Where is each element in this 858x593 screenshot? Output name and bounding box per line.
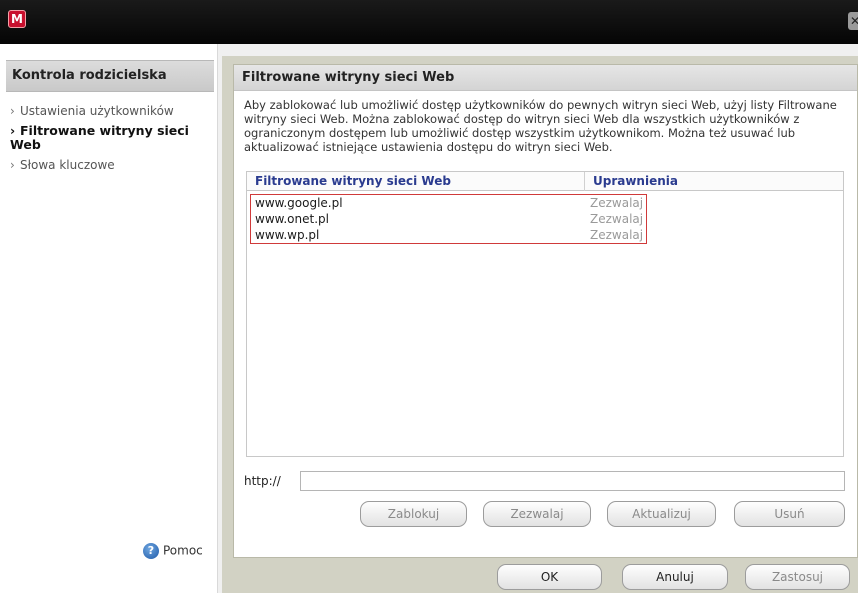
chevron-right-icon: › [10, 123, 16, 138]
site-url: www.wp.pl [255, 228, 320, 242]
site-permission: Zezwalaj [590, 228, 644, 242]
apply-button[interactable]: Zastosuj [745, 564, 850, 590]
site-rows-highlight: www.google.pl Zezwalaj www.onet.pl Zezwa… [250, 194, 647, 244]
mcafee-logo-icon: M [8, 10, 26, 28]
sidebar-item-keywords[interactable]: › Słowa kluczowe [10, 158, 210, 172]
site-url: www.onet.pl [255, 212, 329, 226]
update-button[interactable]: Aktualizuj [607, 501, 716, 527]
sidebar-title: Kontrola rodzicielska [6, 60, 214, 92]
sidebar-item-label: Filtrowane witryny sieci Web [10, 123, 189, 152]
filtered-sites-table: Filtrowane witryny sieci Web Uprawnienia… [246, 171, 844, 457]
sidebar-item-label: Słowa kluczowe [20, 158, 115, 172]
help-link[interactable]: ? Pomoc [143, 543, 203, 561]
url-label: http:// [244, 474, 281, 488]
panel-title: Filtrowane witryny sieci Web [234, 65, 857, 91]
column-header-site[interactable]: Filtrowane witryny sieci Web [255, 172, 585, 191]
help-label: Pomoc [163, 543, 203, 558]
chevron-right-icon: › [10, 104, 15, 118]
block-button[interactable]: Zablokuj [360, 501, 467, 527]
delete-button[interactable]: Usuń [734, 501, 845, 527]
site-permission: Zezwalaj [590, 212, 644, 226]
close-icon[interactable]: ✕ [848, 12, 858, 30]
table-row[interactable]: www.onet.pl Zezwalaj [251, 211, 646, 227]
sidebar-item-user-settings[interactable]: › Ustawienia użytkowników [10, 104, 210, 118]
cancel-button[interactable]: Anuluj [622, 564, 728, 590]
chevron-right-icon: › [10, 158, 15, 172]
sidebar-item-filtered-websites[interactable]: › Filtrowane witryny sieci Web [10, 124, 200, 152]
window-titlebar: M ✕ [0, 0, 858, 44]
url-input[interactable] [300, 471, 845, 491]
sidebar-item-label: Ustawienia użytkowników [20, 104, 174, 118]
panel-description: Aby zablokować lub umożliwić dostęp użyt… [244, 98, 837, 154]
site-url: www.google.pl [255, 196, 343, 210]
table-row[interactable]: www.google.pl Zezwalaj [251, 195, 646, 211]
sidebar: Kontrola rodzicielska › Ustawienia użytko… [0, 44, 218, 593]
allow-button[interactable]: Zezwalaj [483, 501, 591, 527]
column-header-permission[interactable]: Uprawnienia [593, 172, 793, 191]
table-row[interactable]: www.wp.pl Zezwalaj [251, 227, 646, 243]
table-header: Filtrowane witryny sieci Web Uprawnienia [247, 172, 843, 191]
site-permission: Zezwalaj [590, 196, 644, 210]
help-icon: ? [143, 543, 159, 559]
ok-button[interactable]: OK [497, 564, 602, 590]
filtered-websites-panel: Filtrowane witryny sieci Web Aby zabloko… [233, 64, 858, 558]
